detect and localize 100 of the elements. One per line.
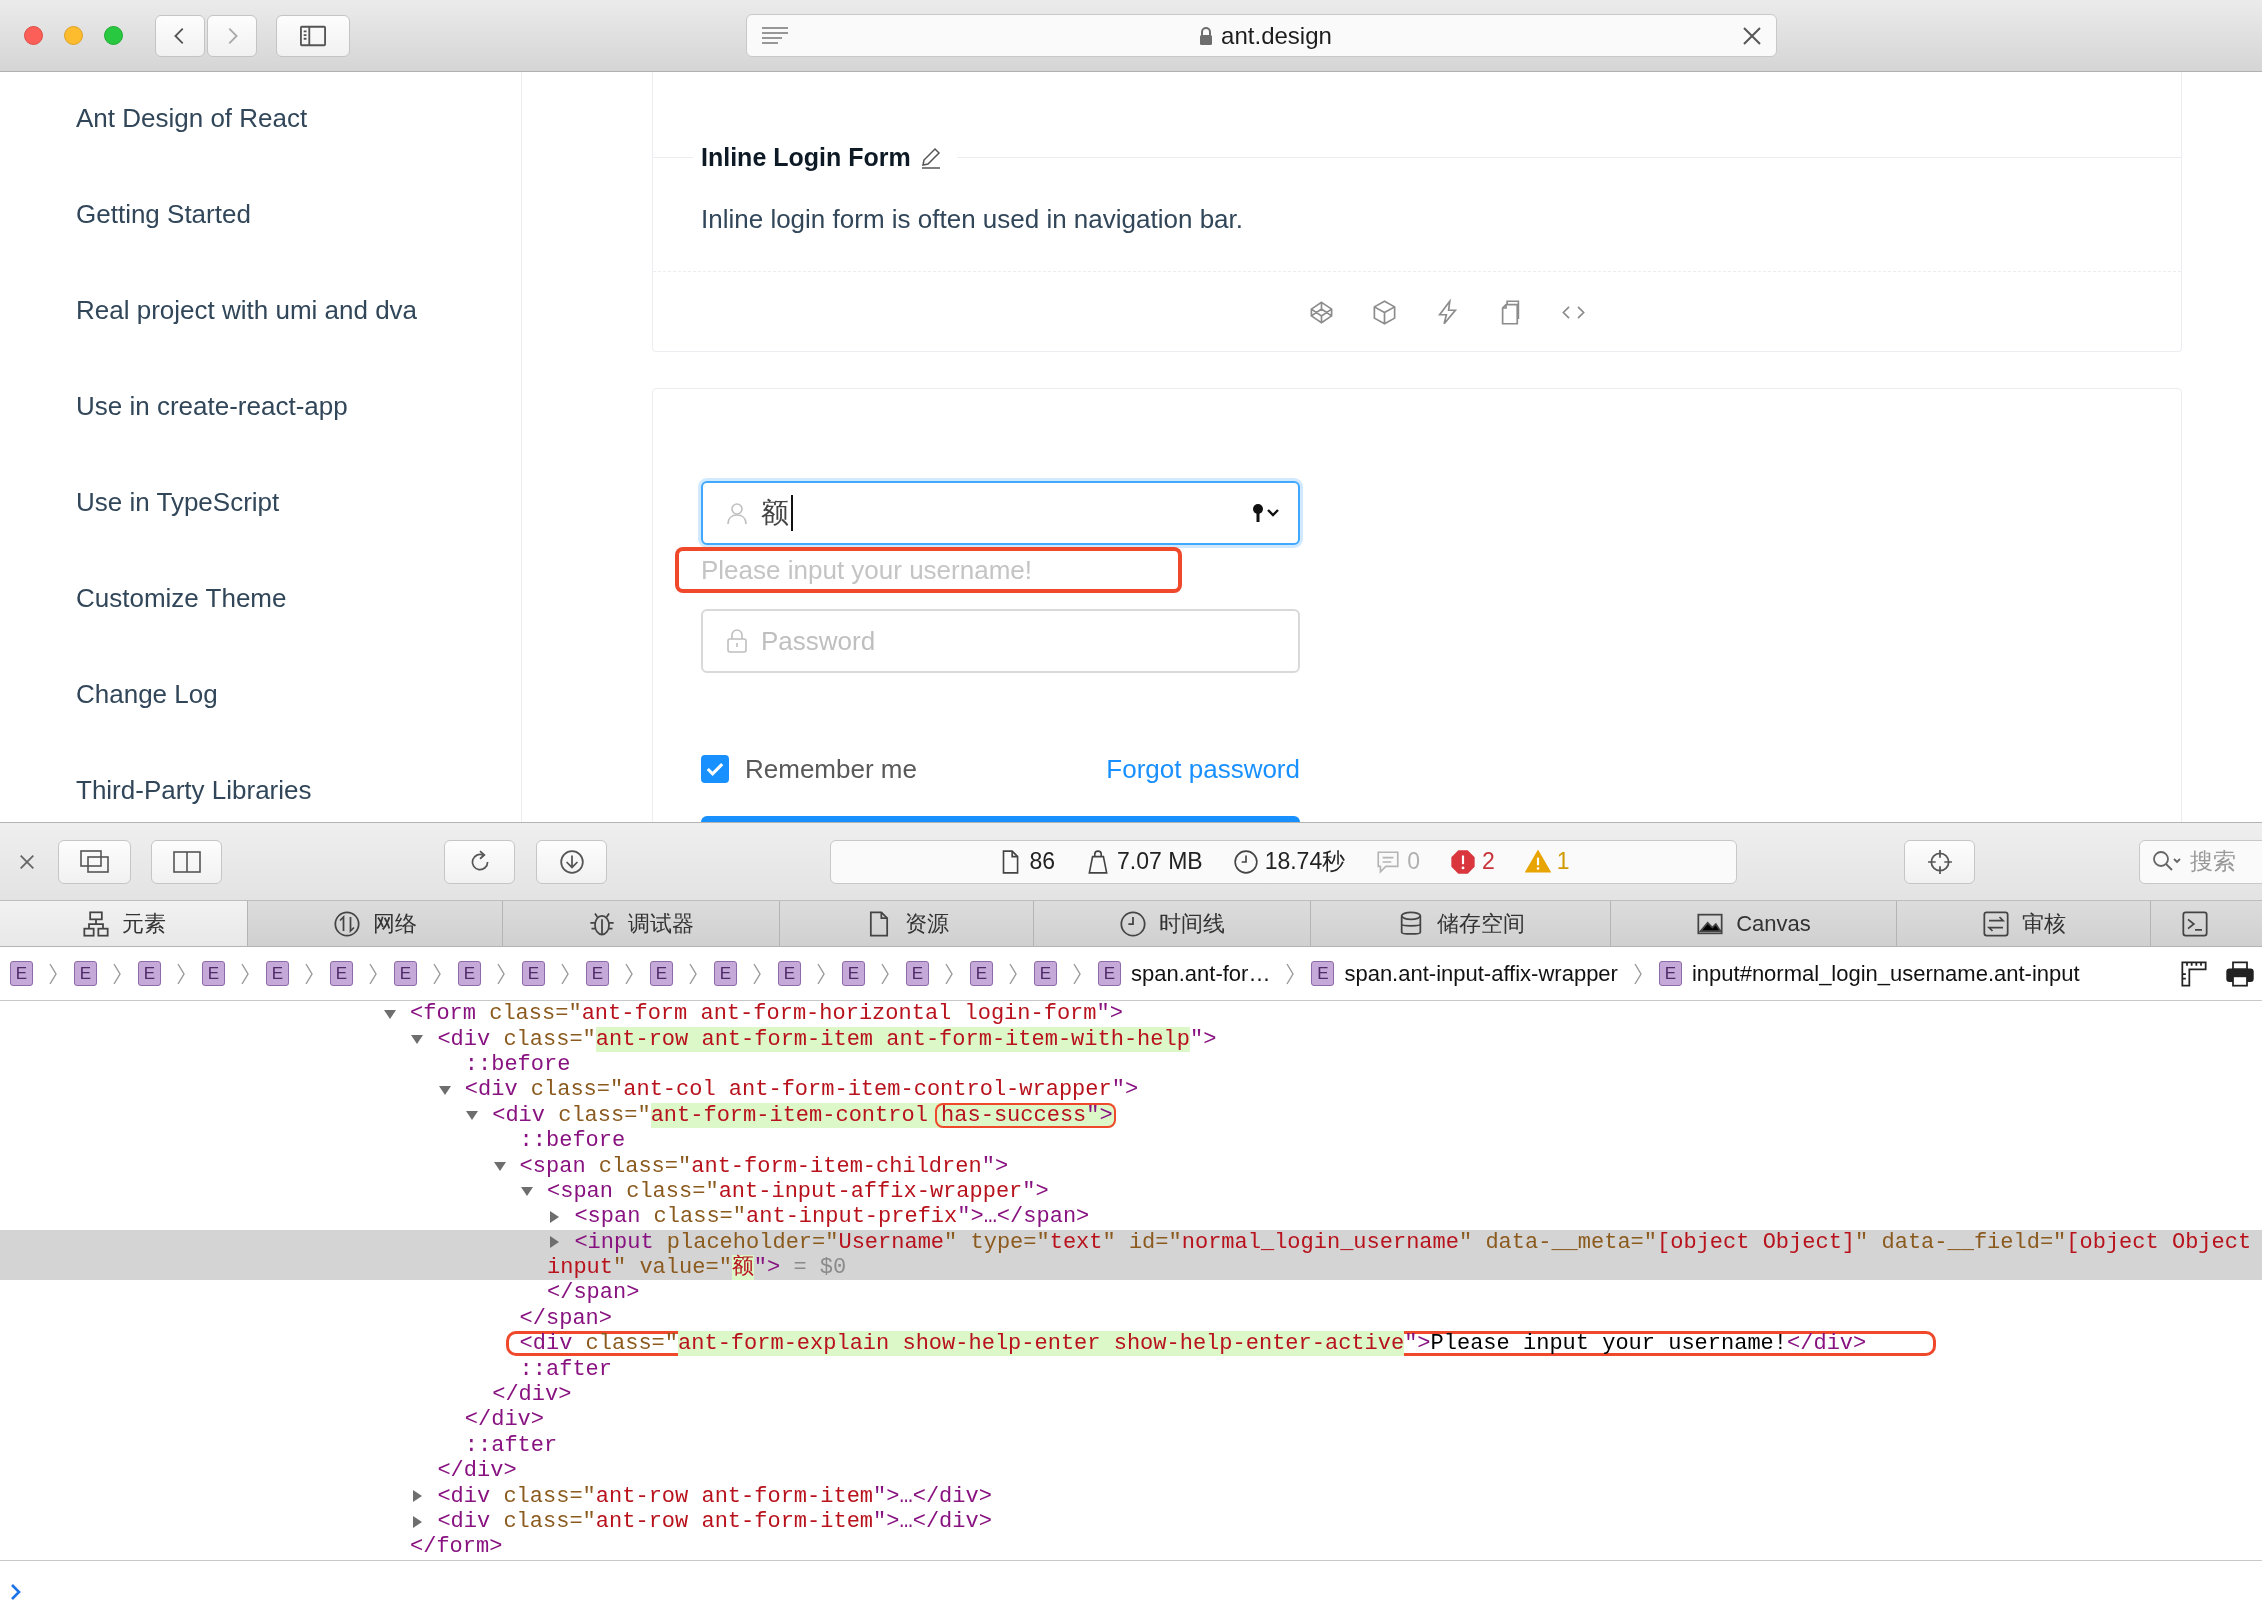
breadcrumb-link[interactable]: span.ant-input-affix-wrapper <box>1344 960 1618 987</box>
devtools-tab[interactable]: 资源 <box>780 901 1034 946</box>
close-icon[interactable] <box>1742 25 1762 46</box>
load-time: 18.74秒 <box>1264 847 1346 876</box>
split-panel-icon <box>171 848 202 875</box>
swap-arrows-icon <box>1981 909 2010 938</box>
undock-button[interactable] <box>58 839 131 884</box>
checkbox-label[interactable]: Remember me <box>745 753 917 785</box>
username-field[interactable]: 额 <box>701 481 1300 545</box>
sidebar-item[interactable]: Real project with umi and dva <box>76 292 418 328</box>
devtools-tab[interactable]: 时间线 <box>1034 901 1311 946</box>
forgot-password-link[interactable]: Forgot password <box>1106 753 1300 785</box>
code-line: <div class="ant-row ant-form-item ant-form-item-with-help"> <box>437 1026 1217 1052</box>
element-badge[interactable]: E <box>1311 961 1335 986</box>
element-badge[interactable]: E <box>1034 961 1057 986</box>
page-size: 7.07 MB <box>1117 848 1203 875</box>
code-line: input" value="额"> = $0 <box>547 1255 847 1281</box>
chevron-icon <box>112 961 122 986</box>
code-line: <span class="ant-form-item-children"> <box>519 1153 1009 1179</box>
element-badge[interactable]: E <box>522 961 545 986</box>
speech-bubble-icon <box>1375 848 1402 875</box>
code-line: </span> <box>547 1280 640 1306</box>
element-badge[interactable]: E <box>202 961 225 986</box>
selected-row[interactable]: input" value="额"> = $0 <box>0 1254 2262 1281</box>
sidebar-item[interactable]: Third-Party Libraries <box>76 772 312 808</box>
sidebar-icon <box>300 24 326 47</box>
element-badge[interactable]: E <box>138 961 161 986</box>
sidebar-item[interactable]: Getting Started <box>76 196 251 232</box>
lock-icon <box>725 629 749 653</box>
lock-icon <box>1199 26 1214 45</box>
chevron-icon <box>432 961 442 986</box>
url-text: ant.design <box>1221 21 1332 50</box>
element-badge[interactable]: E <box>266 961 289 986</box>
warning-count: 1 <box>1556 848 1570 875</box>
sidebar-item[interactable]: Use in create-react-app <box>76 388 348 424</box>
text-cursor <box>791 495 793 531</box>
reload-button[interactable] <box>444 839 515 884</box>
close-icon[interactable] <box>18 852 36 871</box>
tab-label: 时间线 <box>1159 909 1225 938</box>
user-icon <box>725 501 749 525</box>
element-badge[interactable]: E <box>74 961 97 986</box>
element-badge[interactable]: E <box>650 961 673 986</box>
element-badge[interactable]: E <box>10 961 33 986</box>
hierarchy-icon <box>81 909 110 938</box>
devtools-tab[interactable]: 调试器 <box>503 901 780 946</box>
reader-icon[interactable] <box>761 25 789 46</box>
element-badge[interactable]: E <box>714 961 737 986</box>
sidebar-item[interactable]: Customize Theme <box>76 580 287 616</box>
element-badge[interactable]: E <box>330 961 353 986</box>
resource-count: 86 <box>1029 848 1055 875</box>
code-line: <div class="ant-form-explain show-help-enter show-help-enter-active">Please input your username!</div> <box>505 1331 1937 1357</box>
clock-icon <box>1119 909 1147 938</box>
breadcrumb-link[interactable]: input#normal_login_username.ant-input <box>1691 960 2080 987</box>
code-line: <span class="ant-input-prefix">…</span> <box>574 1204 1090 1230</box>
log-count: 0 <box>1407 848 1420 875</box>
dock-button[interactable] <box>151 839 222 884</box>
element-badge[interactable]: E <box>1658 961 1682 986</box>
element-badge[interactable]: E <box>842 961 865 986</box>
element-badge[interactable]: E <box>458 961 481 986</box>
printer-icon[interactable] <box>2226 959 2254 988</box>
code-line: <form class="ant-form ant-form-horizontal login-form"> <box>410 1001 1123 1027</box>
tab-label: 元素 <box>121 909 166 938</box>
tab-label: 调试器 <box>628 909 694 938</box>
element-badge[interactable]: E <box>778 961 801 986</box>
devtools-tab[interactable]: 元素 <box>0 901 248 946</box>
error-icon <box>1450 848 1476 875</box>
code-line: ::after <box>519 1356 612 1382</box>
devtools-tab[interactable]: Canvas <box>1611 901 1897 946</box>
chevron-icon <box>496 961 506 986</box>
element-badge[interactable]: E <box>906 961 929 986</box>
sidebar-toggle-button[interactable] <box>276 14 350 57</box>
sidebar-item[interactable]: Use in TypeScript <box>76 484 280 520</box>
console-prompt-icon[interactable] <box>10 1581 22 1602</box>
close-button[interactable] <box>24 26 43 45</box>
demo-title: Inline Login Form <box>701 142 911 172</box>
devtools-tab[interactable]: 网络 <box>248 901 503 946</box>
code-line: </div> <box>492 1382 572 1408</box>
ruler-icon[interactable] <box>2180 959 2208 988</box>
checkbox[interactable] <box>701 755 729 783</box>
tab-label: 网络 <box>373 909 417 938</box>
demo-description: Inline login form is often used in navigation bar. <box>701 203 1244 236</box>
breadcrumb-link[interactable]: span.ant-for… <box>1131 960 1271 987</box>
key-icon[interactable] <box>1252 503 1282 523</box>
element-badge[interactable]: E <box>1098 961 1121 986</box>
code-line: </div> <box>437 1458 517 1484</box>
inspect-button[interactable] <box>1904 839 1975 884</box>
chevron-icon <box>368 961 378 986</box>
devtools-tab[interactable]: 储存空间 <box>1311 901 1611 946</box>
address-bar[interactable]: ant.design <box>746 14 1777 57</box>
code-line: <div class="ant-form-item-control has-success"> <box>492 1102 1113 1128</box>
element-badge[interactable]: E <box>970 961 993 986</box>
sidebar-item[interactable]: Change Log <box>76 676 218 712</box>
code-line: </div> <box>464 1407 544 1433</box>
sidebar-item[interactable]: Ant Design of React <box>76 100 308 136</box>
element-badge[interactable]: E <box>394 961 417 986</box>
element-badge[interactable]: E <box>586 961 609 986</box>
selected-row[interactable]: <input placeholder="Username" type="text" id="normal_login_username" data-__meta="[object Object]" data-__field="[object Object <box>0 1229 2262 1255</box>
devtools-tab[interactable]: 审核 <box>1897 901 2151 946</box>
download-button[interactable] <box>536 839 607 884</box>
chevron-icon <box>1072 961 1082 986</box>
